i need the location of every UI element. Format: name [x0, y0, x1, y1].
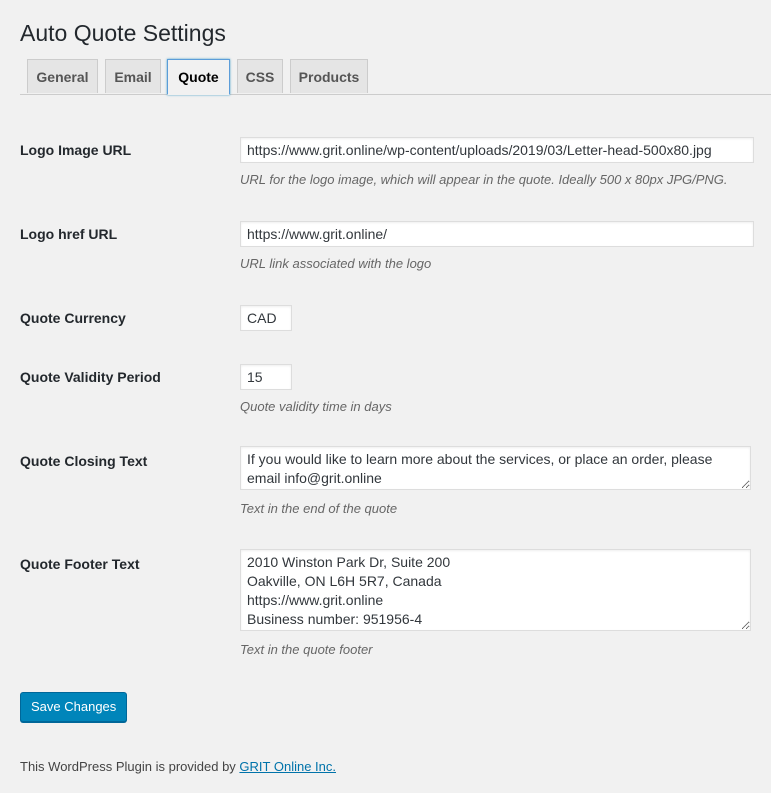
quote-validity-period-input[interactable] — [240, 364, 292, 390]
tab-products[interactable]: Products — [290, 59, 368, 93]
quote-closing-text-description: Text in the end of the quote — [240, 501, 398, 516]
quote-footer-text-textarea[interactable]: 2010 Winston Park Dr, Suite 200 Oakville… — [240, 549, 751, 631]
logo-image-url-input[interactable] — [240, 137, 754, 163]
logo-image-url-label: Logo Image URL — [20, 142, 132, 158]
logo-href-url-description: URL link associated with the logo — [240, 256, 432, 271]
quote-footer-text-description: Text in the quote footer — [240, 642, 373, 657]
quote-validity-period-description: Quote validity time in days — [240, 399, 392, 414]
tab-css[interactable]: CSS — [237, 59, 283, 93]
plugin-credit-footer: This WordPress Plugin is provided by GRI… — [20, 758, 336, 776]
quote-currency-label: Quote Currency — [20, 310, 126, 326]
quote-currency-input[interactable] — [240, 305, 292, 331]
quote-closing-text-textarea[interactable]: If you would like to learn more about th… — [240, 446, 751, 490]
tab-quote[interactable]: Quote — [167, 59, 230, 95]
quote-validity-period-label: Quote Validity Period — [20, 369, 161, 385]
plugin-credit-text: This WordPress Plugin is provided by — [20, 759, 240, 774]
grit-online-link[interactable]: GRIT Online Inc. — [239, 759, 336, 774]
logo-image-url-description: URL for the logo image, which will appea… — [240, 172, 728, 187]
page-title: Auto Quote Settings — [20, 20, 226, 46]
tab-email[interactable]: Email — [105, 59, 161, 93]
save-changes-button[interactable]: Save Changes — [20, 692, 128, 722]
logo-href-url-label: Logo href URL — [20, 226, 118, 242]
tab-general[interactable]: General — [27, 59, 98, 93]
quote-footer-text-label: Quote Footer Text — [20, 556, 140, 572]
logo-href-url-input[interactable] — [240, 221, 754, 247]
quote-closing-text-label: Quote Closing Text — [20, 453, 148, 469]
settings-tabs: General Email Quote CSS Products — [20, 59, 771, 95]
